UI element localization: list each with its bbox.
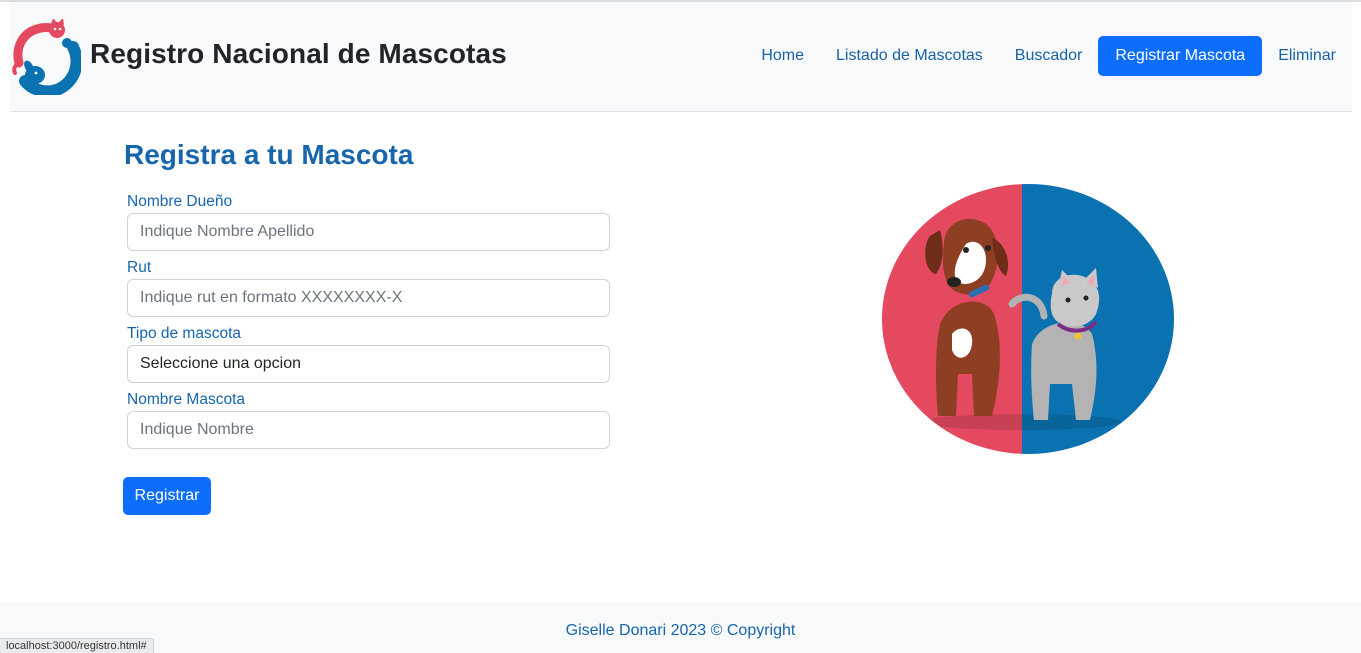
page-title: Registra a tu Mascota — [124, 139, 414, 170]
main-nav: Home Listado de Mascotas Buscador Regist… — [745, 36, 1352, 76]
dog-and-cat-illustration — [882, 184, 1174, 454]
nav-eliminar[interactable]: Eliminar — [1262, 36, 1352, 76]
rut-input[interactable]: Indique rut en formato XXXXXXXX-X — [127, 279, 610, 317]
nav-home[interactable]: Home — [745, 36, 820, 76]
pet-name-input[interactable]: Indique Nombre — [127, 411, 610, 449]
nav-buscador[interactable]: Buscador — [999, 36, 1099, 76]
main-content: Registra a tu Mascota Nombre Dueño Indiq… — [0, 112, 1361, 602]
register-button[interactable]: Registrar — [123, 477, 211, 515]
browser-status-url: localhost:3000/registro.html# — [0, 638, 154, 653]
owner-name-input[interactable]: Indique Nombre Apellido — [127, 213, 610, 251]
footer-copyright: Giselle Donari 2023 © Copyright — [565, 622, 796, 639]
rut-label: Rut — [127, 259, 152, 276]
navbar: Registro Nacional de Mascotas Home Lista… — [10, 2, 1352, 112]
site-brand-title[interactable]: Registro Nacional de Mascotas — [90, 38, 507, 70]
pet-name-label: Nombre Mascota — [127, 391, 246, 408]
nav-listado-mascotas[interactable]: Listado de Mascotas — [820, 36, 999, 76]
nav-registrar-mascota[interactable]: Registrar Mascota — [1098, 36, 1263, 76]
pet-type-label: Tipo de mascota — [127, 325, 242, 342]
pet-type-select[interactable]: Seleccione una opcion — [127, 345, 610, 383]
footer: Giselle Donari 2023 © Copyright — [0, 602, 1361, 653]
owner-name-label: Nombre Dueño — [127, 193, 233, 210]
cat-dog-logo-icon[interactable] — [11, 19, 81, 95]
